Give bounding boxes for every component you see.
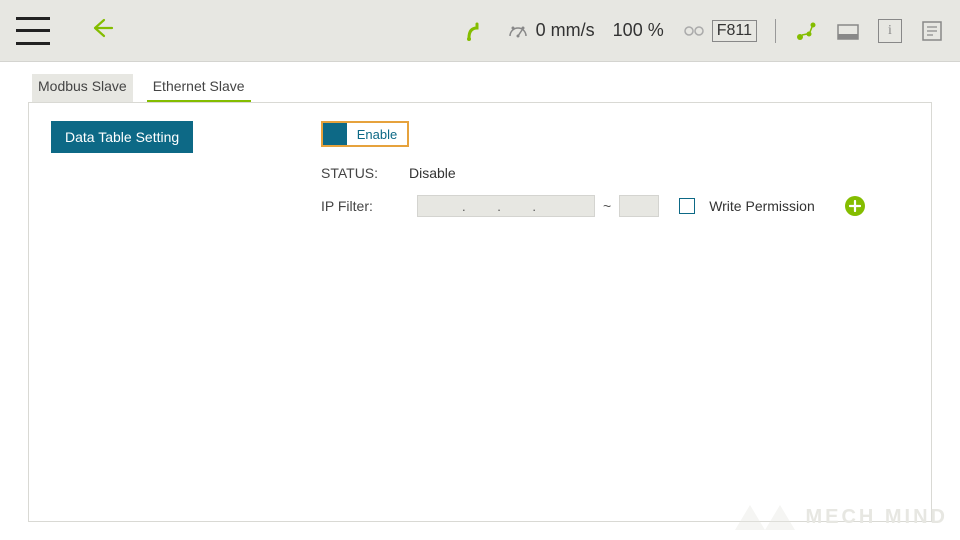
- write-permission-label: Write Permission: [709, 198, 815, 214]
- tab-modbus-slave[interactable]: Modbus Slave: [32, 74, 133, 102]
- add-ip-filter-button[interactable]: [845, 196, 865, 216]
- keyboard-icon[interactable]: [836, 19, 860, 43]
- network-icon[interactable]: [794, 19, 818, 43]
- ethernet-slave-panel: Data Table Setting Enable STATUS: Disabl…: [28, 102, 932, 522]
- hamburger-menu[interactable]: [16, 17, 50, 45]
- status-value: Disable: [409, 165, 456, 181]
- watermark: MECH MIND: [735, 500, 948, 534]
- robot-status-icon: [464, 19, 488, 43]
- mode-indicator: F811: [682, 19, 757, 43]
- percent-value: 100 %: [613, 20, 664, 41]
- speed-indicator: 0 mm/s: [506, 19, 595, 43]
- ip-from-input[interactable]: . . .: [417, 195, 595, 217]
- enable-toggle-label: Enable: [347, 123, 407, 145]
- ip-to-input[interactable]: [619, 195, 659, 217]
- divider: [775, 19, 776, 43]
- speed-value: 0 mm/s: [536, 20, 595, 41]
- write-permission-checkbox[interactable]: [679, 198, 695, 214]
- status-label: STATUS:: [321, 165, 409, 181]
- range-separator: ~: [603, 198, 611, 214]
- link-icon: [682, 19, 706, 43]
- tab-ethernet-slave[interactable]: Ethernet Slave: [147, 74, 251, 102]
- enable-toggle[interactable]: Enable: [321, 121, 409, 147]
- percent-indicator: 100 %: [613, 20, 664, 41]
- speedometer-icon: [506, 19, 530, 43]
- data-table-setting-button[interactable]: Data Table Setting: [51, 121, 193, 153]
- document-icon[interactable]: [920, 19, 944, 43]
- code-display: F811: [712, 20, 757, 42]
- ip-filter-label: IP Filter:: [321, 198, 409, 214]
- info-icon[interactable]: i: [878, 19, 902, 43]
- back-arrow-icon[interactable]: [90, 16, 114, 45]
